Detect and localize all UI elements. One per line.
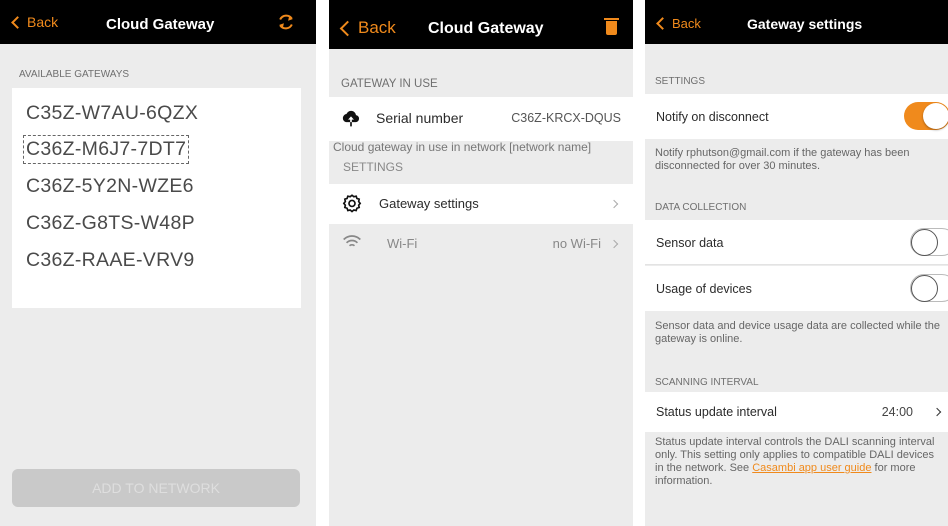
- status-interval-label: Status update interval: [656, 405, 777, 419]
- wifi-icon: [343, 235, 361, 247]
- chevron-left-icon: [339, 20, 356, 36]
- back-button[interactable]: Back: [655, 16, 701, 31]
- user-guide-link[interactable]: Casambi app user guide: [752, 462, 871, 474]
- sensor-data-row: Sensor data: [645, 220, 948, 265]
- toggle-knob: [911, 275, 938, 302]
- gateway-list: C35Z-W7AU-6QZX C36Z-M6J7-7DT7 C36Z-5Y2N-…: [12, 88, 301, 308]
- notify-note: Notify rphutson@gmail.com if the gateway…: [655, 147, 910, 172]
- serial-label: Serial number: [376, 110, 464, 126]
- chevron-right-icon: [932, 407, 942, 417]
- nav-bar: Back Cloud Gateway: [329, 0, 633, 49]
- status-interval-row[interactable]: Status update interval 24:00: [645, 392, 948, 432]
- gateway-settings-row[interactable]: Gateway settings: [329, 184, 633, 224]
- usage-devices-label: Usage of devices: [656, 282, 752, 296]
- chevron-right-icon: [609, 199, 619, 209]
- wifi-value: no Wi-Fi: [552, 236, 601, 251]
- page-title: Cloud Gateway: [106, 16, 215, 33]
- usage-devices-row: Usage of devices: [645, 266, 948, 311]
- back-label: Back: [672, 16, 701, 31]
- in-use-note: Cloud gateway in use in network [network…: [333, 141, 592, 154]
- back-button[interactable]: Back: [339, 18, 396, 38]
- gateway-item-selected[interactable]: C36Z-M6J7-7DT7: [22, 135, 190, 164]
- wifi-row[interactable]: Wi-Fi no Wi-Fi: [329, 224, 633, 264]
- section-header-in-use: GATEWAY IN USE: [341, 78, 438, 90]
- gateway-item[interactable]: C36Z-5Y2N-WZE6: [26, 175, 194, 198]
- cloud-upload-icon: [342, 110, 360, 127]
- trash-icon[interactable]: [604, 18, 619, 35]
- page-title: Gateway settings: [747, 16, 863, 32]
- gateway-item[interactable]: C35Z-W7AU-6QZX: [26, 102, 198, 125]
- section-header-settings: SETTINGS: [655, 76, 706, 87]
- data-collection-note: Sensor data and device usage data are co…: [655, 320, 940, 345]
- gear-icon: [342, 194, 362, 213]
- cloud-gateway-screen: Back Cloud Gateway GATEWAY IN USE Serial…: [329, 0, 633, 526]
- status-interval-value: 24:00: [881, 405, 913, 419]
- serial-number-row: Serial number C36Z-KRCX-DQUS: [329, 97, 633, 141]
- section-header-scanning: SCANNING INTERVAL: [655, 377, 759, 388]
- section-header-data-collection: DATA COLLECTION: [655, 202, 747, 213]
- sensor-data-toggle[interactable]: [910, 228, 948, 256]
- gateway-settings-label: Gateway settings: [379, 196, 479, 211]
- chevron-left-icon: [656, 17, 669, 30]
- notify-label: Notify on disconnect: [656, 110, 769, 124]
- serial-value: C36Z-KRCX-DQUS: [511, 111, 621, 125]
- back-button[interactable]: Back: [10, 14, 58, 30]
- add-to-network-button[interactable]: ADD TO NETWORK: [12, 469, 300, 507]
- gateway-item[interactable]: C36Z-G8TS-W48P: [26, 212, 195, 235]
- notify-row: Notify on disconnect: [645, 94, 948, 139]
- back-label: Back: [27, 14, 59, 30]
- scan-note: Status update interval controls the DALI…: [655, 436, 945, 488]
- page-title: Cloud Gateway: [428, 20, 544, 37]
- toggle-knob: [911, 229, 938, 256]
- gateway-settings-screen: Back Gateway settings SETTINGS Notify on…: [645, 0, 948, 526]
- nav-bar: Back Cloud Gateway: [0, 0, 316, 44]
- nav-bar: Back Gateway settings: [645, 0, 948, 44]
- back-label: Back: [358, 18, 396, 37]
- section-header-available: AVAILABLE GATEWAYS: [19, 69, 130, 80]
- toggle-knob: [923, 103, 948, 129]
- notify-toggle[interactable]: [904, 102, 948, 130]
- available-gateways-screen: Back Cloud Gateway AVAILABLE GATEWAYS C3…: [0, 0, 316, 526]
- sensor-data-label: Sensor data: [656, 236, 724, 250]
- gateway-item[interactable]: C36Z-RAAE-VRV9: [26, 249, 195, 272]
- refresh-icon[interactable]: [276, 12, 296, 32]
- usage-devices-toggle[interactable]: [910, 274, 948, 302]
- wifi-label: Wi-Fi: [387, 236, 418, 251]
- chevron-left-icon: [11, 15, 24, 29]
- chevron-right-icon: [609, 239, 619, 249]
- section-header-settings: SETTINGS: [343, 160, 404, 174]
